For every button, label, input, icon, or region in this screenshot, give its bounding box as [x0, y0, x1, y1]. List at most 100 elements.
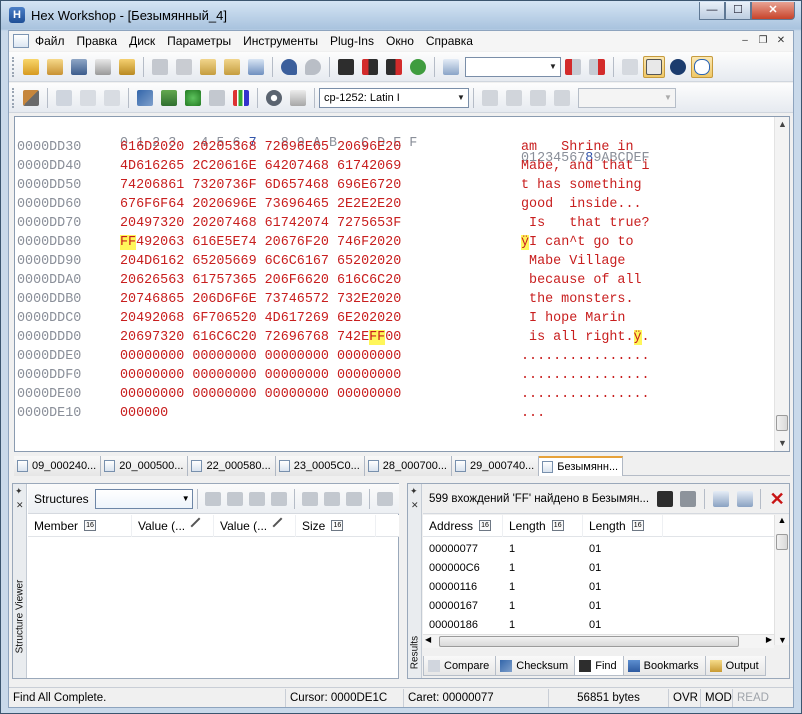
paste-special-button[interactable] — [221, 56, 243, 78]
row-bytes[interactable]: 676F6F64 2020696E 73696465 2E2E2E20 — [120, 197, 401, 212]
row-bytes[interactable]: 74206861 7320736F 6D657468 696E6720 — [120, 178, 401, 193]
result-row[interactable]: 00000167 1 01 — [423, 596, 774, 615]
export-button[interactable] — [245, 56, 267, 78]
scroll-up-icon[interactable]: ▲ — [775, 117, 790, 132]
result-row[interactable]: 00000116 1 01 — [423, 577, 774, 596]
close-icon[interactable]: ✕ — [16, 500, 24, 511]
next-record-button[interactable] — [527, 87, 549, 109]
menu-edit[interactable]: Правка — [71, 31, 124, 51]
add-button[interactable] — [182, 87, 204, 109]
triangle-icon[interactable] — [270, 491, 287, 506]
document-tab[interactable]: 23_0005C0... — [275, 456, 365, 476]
redo-button[interactable] — [302, 56, 324, 78]
copy-icon[interactable] — [301, 491, 318, 506]
hex-row[interactable]: 0000DD40 4D616265 2C20616E 64207468 61742… — [15, 159, 775, 178]
row-bytes[interactable]: 20492068 6F706520 4D617269 6E202020 — [120, 311, 401, 326]
row-bytes[interactable]: 00000000 00000000 00000000 00000000 — [120, 349, 401, 364]
bitmask-button[interactable] — [206, 87, 228, 109]
mdi-close-button[interactable]: ✕ — [773, 34, 789, 48]
hex-row[interactable]: 0000DD50 74206861 7320736F 6D657468 696E6… — [15, 178, 775, 197]
copy-results-button[interactable] — [710, 488, 732, 510]
row-ascii[interactable]: ÿI can^t go to — [521, 235, 650, 250]
hammer-icon[interactable] — [248, 491, 265, 506]
export-results-button[interactable] — [734, 488, 756, 510]
hex-row[interactable]: 0000DDC0 20492068 6F706520 4D617269 6E202… — [15, 311, 775, 330]
result-row[interactable]: 000000C6 1 01 — [423, 558, 774, 577]
bookmark-next-button[interactable] — [586, 56, 608, 78]
row-ascii[interactable]: ................ — [521, 368, 650, 383]
menu-help[interactable]: Справка — [420, 31, 479, 51]
menu-plugins[interactable]: Plug-Ins — [324, 31, 380, 51]
document-tab[interactable]: Безымянн... — [539, 456, 624, 476]
save-button[interactable] — [68, 56, 90, 78]
menu-options[interactable]: Параметры — [161, 31, 237, 51]
row-ascii[interactable]: ................ — [521, 349, 650, 364]
row-ascii[interactable]: is all right.ÿ. — [521, 330, 650, 345]
record-combo[interactable]: ▼ — [578, 87, 676, 108]
copy-button[interactable] — [173, 56, 195, 78]
hex-row[interactable]: 0000DD90 204D6162 65205669 6C6C6167 65202… — [15, 254, 775, 273]
close-button[interactable]: ✕ — [751, 2, 795, 20]
document-tab[interactable]: 09_000240... — [14, 456, 102, 476]
undo-button[interactable] — [278, 56, 300, 78]
result-row[interactable]: 00000186 1 01 — [423, 615, 774, 634]
document-tab[interactable]: 29_000740... — [452, 456, 540, 476]
pin-icon[interactable]: ✦ — [410, 486, 418, 497]
properties-button[interactable] — [116, 56, 138, 78]
row-ascii[interactable]: because of all — [521, 273, 650, 288]
hex-row[interactable]: 0000DDA0 20626563 61757365 206F6620 616C6… — [15, 273, 775, 292]
compare-button[interactable] — [53, 87, 75, 109]
row-bytes[interactable]: 616D2020 20205368 72696E65 20696E20 — [120, 140, 401, 155]
row-ascii[interactable]: Mabe Village — [521, 254, 650, 269]
row-ascii[interactable]: I hope Marin — [521, 311, 650, 326]
row-bytes[interactable]: FF492063 616E5E74 20676F20 746F2020 — [120, 235, 401, 250]
hex-row[interactable]: 0000DE10 000000... — [15, 406, 775, 425]
open-button[interactable] — [44, 56, 66, 78]
cut-button[interactable] — [149, 56, 171, 78]
clear-results-button[interactable]: ✕ — [766, 488, 788, 510]
toolbar-grip[interactable] — [12, 56, 16, 77]
row-bytes[interactable]: 20746865 206D6F6E 73746572 732E2020 — [120, 292, 401, 307]
statistics-button[interactable] — [230, 87, 252, 109]
row-bytes[interactable]: 000000 — [120, 406, 168, 421]
document-tab[interactable]: 28_000700... — [364, 456, 452, 476]
settings-button[interactable] — [263, 87, 285, 109]
scroll-down-icon[interactable]: ▼ — [775, 436, 790, 451]
hex-mode-button[interactable] — [619, 56, 641, 78]
add-icon[interactable] — [345, 491, 362, 506]
row-bytes[interactable]: 00000000 00000000 00000000 00000000 — [120, 368, 401, 383]
bookmark-prev-button[interactable] — [562, 56, 584, 78]
menu-disk[interactable]: Диск — [123, 31, 161, 51]
scroll-left-icon[interactable]: ◀ — [425, 635, 431, 644]
find-next-button[interactable] — [383, 56, 405, 78]
open-folder-button[interactable] — [20, 56, 42, 78]
find-button[interactable] — [335, 56, 357, 78]
checksum-button[interactable] — [134, 87, 156, 109]
hex-row[interactable]: 0000DE00 00000000 00000000 00000000 00000… — [15, 387, 775, 406]
goto-combo[interactable]: ▼ — [465, 56, 561, 77]
calculator-button[interactable] — [287, 87, 309, 109]
intel-button[interactable] — [691, 55, 713, 78]
refresh-icon[interactable] — [376, 491, 393, 506]
replace-button[interactable] — [407, 56, 429, 78]
operations-button[interactable] — [158, 87, 180, 109]
tab-output[interactable]: Output — [704, 656, 766, 676]
row-bytes[interactable]: 00000000 00000000 00000000 00000000 — [120, 387, 401, 402]
byte-16-button[interactable] — [643, 55, 665, 78]
row-bytes[interactable]: 20626563 61757365 206F6620 616C6C20 — [120, 273, 401, 288]
minimize-button[interactable]: — — [699, 2, 725, 20]
column-value-1[interactable]: Value (... — [132, 514, 214, 537]
menu-file[interactable]: Файл — [29, 31, 71, 51]
prev-record-button[interactable] — [503, 87, 525, 109]
row-bytes[interactable]: 4D616265 2C20616E 64207468 61742069 — [120, 159, 401, 174]
row-ascii[interactable]: the monsters. — [521, 292, 650, 307]
export-icon[interactable] — [323, 491, 340, 506]
menu-window[interactable]: Окно — [380, 31, 420, 51]
find-replace-button[interactable] — [678, 488, 700, 510]
results-vertical-scrollbar[interactable]: ▲ ▼ — [774, 515, 789, 645]
scroll-thumb[interactable] — [439, 636, 739, 647]
row-ascii[interactable]: Mabe, and that i — [521, 159, 650, 174]
row-bytes[interactable]: 20497320 20207468 61742074 7275653F — [120, 216, 401, 231]
hex-row[interactable]: 0000DDB0 20746865 206D6F6E 73746572 732E2… — [15, 292, 775, 311]
hex-row[interactable]: 0000DDF0 00000000 00000000 00000000 00000… — [15, 368, 775, 387]
